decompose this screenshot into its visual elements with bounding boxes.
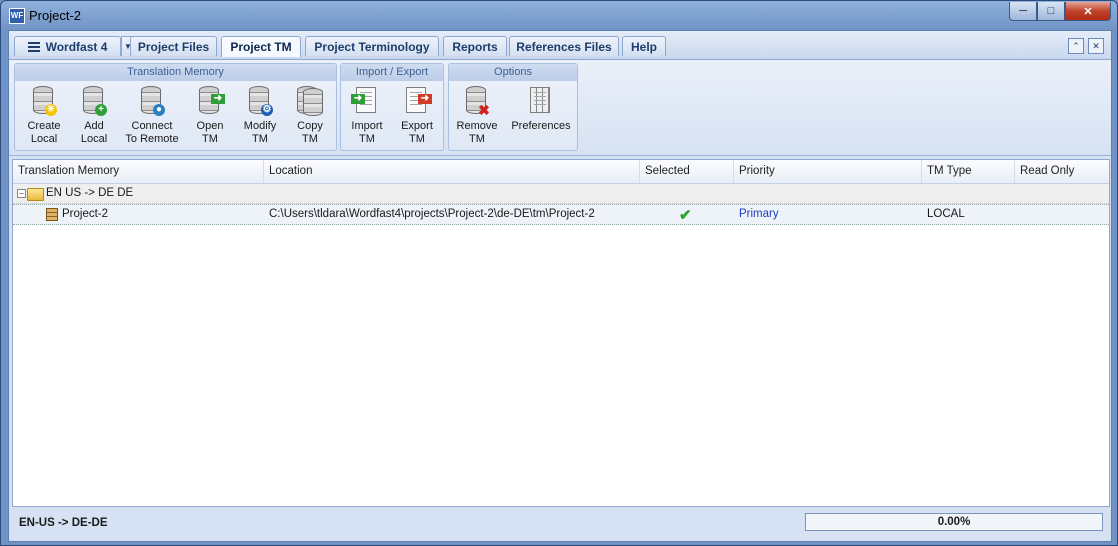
group-title: Options [449,64,577,81]
minimize-button[interactable]: ─ [1009,2,1037,21]
add-database-icon: + [81,86,107,116]
maximize-button[interactable]: □ [1037,2,1065,21]
add-local-button[interactable]: + Add Local [65,86,123,146]
export-icon: ➜ [404,86,432,116]
copy-tm-icon [297,86,323,116]
column-header-translation-memory[interactable]: Translation Memory [13,160,264,183]
preferences-button[interactable]: Preferences [509,86,573,133]
collapse-ribbon-button[interactable]: ⌃ [1068,38,1084,54]
create-database-icon: ✳ [31,86,57,116]
client-area: Wordfast 4 ▼ Project Files Project TM Pr… [8,30,1112,542]
tab-references-files[interactable]: References Files [509,36,619,56]
column-header-location[interactable]: Location [264,160,640,183]
maximize-icon: □ [1047,5,1055,17]
app-icon[interactable]: WF [9,8,25,24]
tab-help[interactable]: Help [622,36,666,56]
close-icon: ✕ [1083,5,1093,18]
group-import-export: Import / Export ➜ Import TM ➜ Export TM [340,63,444,151]
minimize-icon: ─ [1019,5,1027,17]
status-language-pair: EN-US -> DE-DE [19,517,108,529]
copy-tm-button[interactable]: Copy TM [281,86,339,146]
modify-tm-icon: ⚙ [247,86,273,116]
group-row[interactable]: − EN US -> DE DE [13,184,1109,204]
export-tm-button[interactable]: ➜ Export TM [388,86,446,146]
progress-bar: 0.00% [805,513,1103,531]
chevron-up-icon: ⌃ [1072,41,1080,51]
import-icon: ➜ [351,86,380,116]
tm-grid: Translation Memory Location Selected Pri… [12,159,1110,507]
collapse-icon[interactable]: − [17,189,26,198]
group-title: Import / Export [341,64,443,81]
tab-bar: Wordfast 4 ▼ Project Files Project TM Pr… [9,31,1111,60]
group-title: Translation Memory [15,64,336,81]
window-controls: ─ □ ✕ [1009,2,1111,21]
remove-tm-button[interactable]: ✖ Remove TM [448,86,506,146]
status-bar: EN-US -> DE-DE 0.00% [9,507,1111,541]
window-title: Project-2 [29,8,82,23]
group-translation-memory: Translation Memory ✳ Create Local + Add Lo… [14,63,337,151]
close-icon: ✕ [1092,41,1100,51]
column-header-selected[interactable]: Selected [640,160,734,183]
column-header-tm-type[interactable]: TM Type [922,160,1015,183]
check-icon[interactable]: ✔ [679,206,692,225]
menu-icon [27,42,40,52]
table-row[interactable]: Project-2 C:\Users\tldara\Wordfast4\proj… [13,204,1109,225]
tab-label: Wordfast 4 [45,40,108,54]
group-options: Options ✖ Remove TM Preferences [448,63,578,151]
tab-project-terminology[interactable]: Project Terminology [305,36,439,56]
connect-to-remote-button[interactable]: ● Connect To Remote [123,86,181,146]
remove-database-icon: ✖ [464,86,490,117]
cell-read-only[interactable] [1015,205,1020,224]
folder-icon [27,188,44,201]
cell-tm-name: Project-2 [62,208,109,220]
column-header-read-only[interactable]: Read Only [1015,160,1109,183]
cell-location: C:\Users\tldara\Wordfast4\projects\Proje… [269,208,595,220]
grid-header: Translation Memory Location Selected Pri… [13,160,1109,184]
tab-wordfast-4[interactable]: Wordfast 4 [14,36,121,56]
open-tm-icon: ➜ [197,86,225,116]
app-window: WF Project-2 ─ □ ✕ Wordfast 4 ▼ Project … [0,0,1118,546]
column-header-priority[interactable]: Priority [734,160,922,183]
cell-priority[interactable]: Primary [734,205,779,224]
cell-tm-type: LOCAL [927,208,965,220]
tab-project-tm[interactable]: Project TM [221,36,301,57]
close-project-button[interactable]: ✕ [1088,38,1104,54]
preferences-icon [528,86,554,116]
tab-project-files[interactable]: Project Files [130,36,217,56]
group-label: EN US -> DE DE [46,187,134,199]
remote-database-icon: ● [139,86,165,116]
tab-reports[interactable]: Reports [443,36,507,56]
ribbon: Translation Memory ✳ Create Local + Add Lo… [9,60,1111,156]
close-button[interactable]: ✕ [1065,2,1111,21]
title-bar[interactable]: WF Project-2 ─ □ ✕ [1,1,1117,29]
